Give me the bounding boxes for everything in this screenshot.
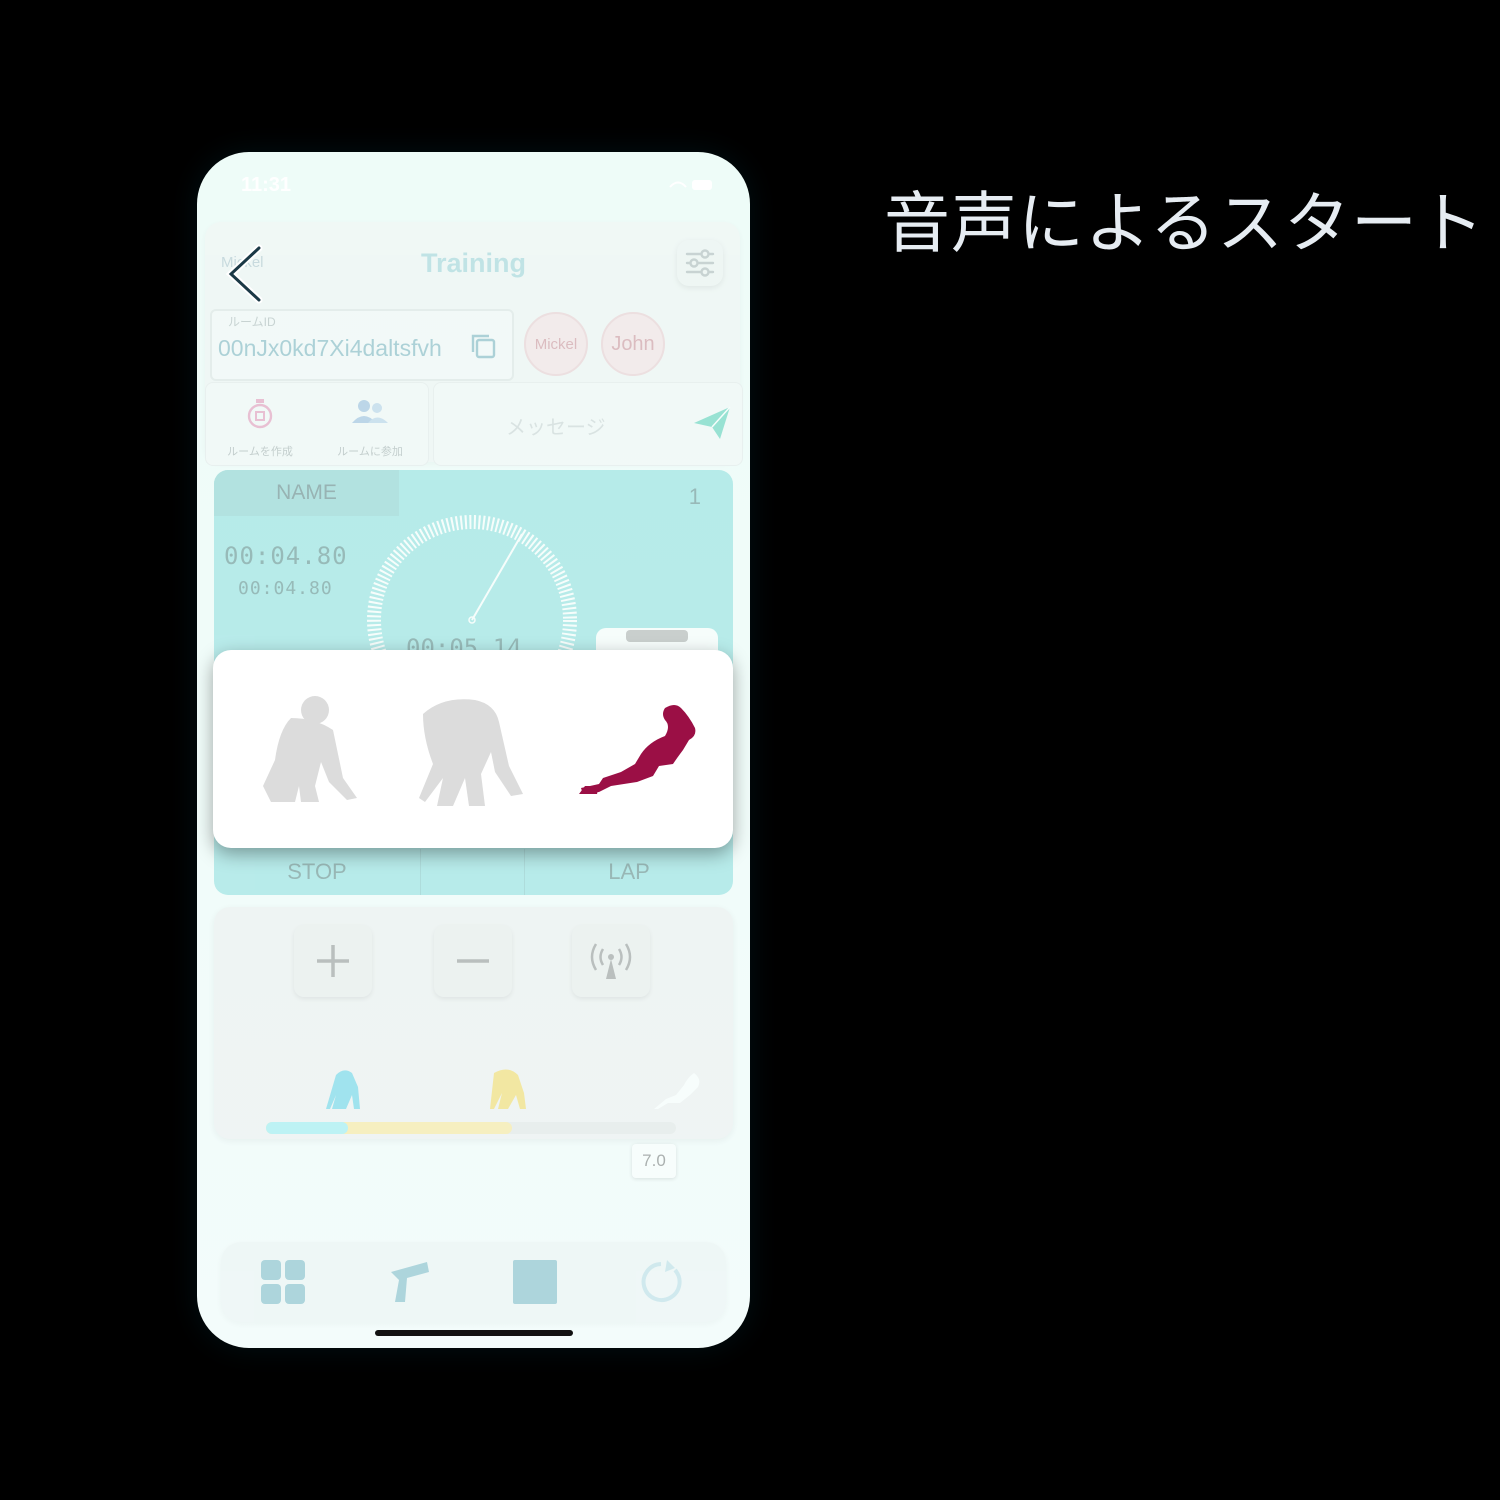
message-placeholder: メッセージ (506, 417, 606, 439)
grid-icon[interactable] (259, 1258, 307, 1306)
start-sequence-modal (213, 650, 733, 848)
home-indicator (375, 1330, 573, 1336)
stop-square-icon[interactable] (511, 1258, 559, 1306)
room-id-value: 00nJx0kd7Xi4daltsfvh (218, 335, 442, 361)
increase-button[interactable] (294, 925, 372, 997)
sliders-icon (685, 249, 715, 277)
broadcast-button[interactable] (572, 925, 650, 997)
set-stage-icon (490, 1069, 526, 1109)
on-your-marks-icon (263, 696, 357, 802)
member-avatar-john[interactable]: John (601, 312, 665, 376)
decrease-button[interactable] (434, 925, 512, 997)
room-id-field[interactable]: ルームID 00nJx0kd7Xi4daltsfvh (210, 309, 514, 381)
back-chevron-icon[interactable] (221, 244, 271, 304)
lap-button[interactable]: LAP (525, 849, 733, 895)
threshold-value: 7.0 (632, 1144, 676, 1178)
stopwatch-icon (247, 399, 273, 429)
minus-icon (457, 959, 489, 963)
send-icon[interactable] (692, 405, 732, 441)
main-time: 00:04.80 (224, 542, 348, 570)
member-avatar-mickel[interactable]: Mickel (524, 312, 588, 376)
bar-stage1-fill (266, 1122, 348, 1134)
marks-stage-icon (326, 1070, 360, 1109)
people-icon (352, 400, 388, 423)
join-room-button[interactable]: ルームに参加 (316, 383, 422, 465)
status-icons (668, 178, 716, 195)
sensitivity-bar[interactable] (266, 1122, 676, 1134)
go-stage-icon (654, 1073, 700, 1109)
controls-panel: 7.0 (214, 907, 733, 1178)
name-tab[interactable]: NAME (214, 470, 399, 516)
battery-icon (669, 180, 712, 190)
start-gun-icon[interactable] (385, 1258, 433, 1306)
create-room-label: ルームを作成 (227, 446, 293, 458)
room-id-label: ルームID (228, 315, 276, 329)
antenna-icon (590, 943, 632, 979)
go-icon (579, 705, 696, 794)
middle-button[interactable] (421, 849, 525, 895)
caption-title: 音声によるスタート (884, 185, 1486, 262)
room-actions: ルームを作成 ルームに参加 (205, 382, 429, 466)
timer-buttons: STOP LAP (214, 849, 733, 895)
copy-icon[interactable] (468, 331, 498, 361)
join-room-label: ルームに参加 (337, 446, 403, 458)
lane-number: 1 (688, 484, 701, 509)
settings-button[interactable] (677, 240, 723, 286)
set-icon (419, 699, 523, 806)
bottom-nav (221, 1242, 726, 1322)
plus-icon (317, 945, 349, 977)
stop-button[interactable]: STOP (214, 849, 421, 895)
status-time: 11:31 (241, 174, 292, 196)
reset-icon[interactable] (637, 1258, 685, 1306)
create-room-button[interactable]: ルームを作成 (208, 383, 312, 465)
message-input[interactable]: メッセージ (433, 382, 743, 466)
page-title: Training (420, 248, 526, 278)
sub-time: 00:04.80 (238, 578, 333, 599)
